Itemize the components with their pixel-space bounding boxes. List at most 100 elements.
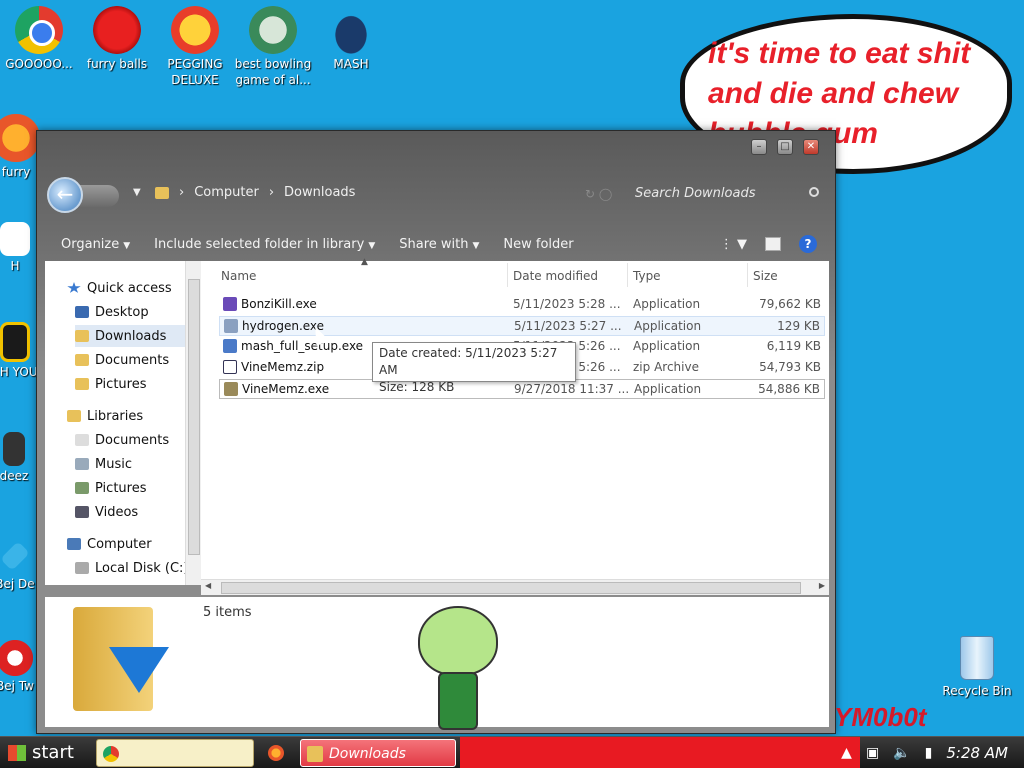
folder-icon xyxy=(155,186,169,199)
application-icon xyxy=(224,319,238,333)
taskbar-background-strip xyxy=(460,737,860,768)
desktop-icon-h[interactable]: H xyxy=(0,222,40,274)
desktop-icon-bejeweled[interactable]: Bej De xyxy=(0,538,40,592)
new-folder-button[interactable]: New folder xyxy=(503,237,573,252)
nav-label: Desktop xyxy=(95,304,149,320)
breadcrumb-separator-icon: › xyxy=(268,185,275,200)
file-row[interactable]: BonziKill.exe 5/11/2023 5:28 ... Applica… xyxy=(219,295,825,315)
file-name: mash_full_setup.exe xyxy=(241,339,364,353)
scroll-right-icon[interactable]: ▶ xyxy=(819,581,825,590)
taskbar: start Downloads ▲ ▣ 🔈 ▮ 5:28 AM xyxy=(0,736,1024,768)
bonzi-app-icon xyxy=(223,297,237,311)
bejeweled-twist-icon xyxy=(0,640,33,676)
mash-icon xyxy=(327,6,375,54)
file-name: VineMemz.zip xyxy=(241,360,325,374)
desktop-icon-label: H xyxy=(10,259,20,273)
vinememz-app-icon xyxy=(224,382,238,396)
file-tooltip: Date created: 5/11/2023 5:27 AM Size: 12… xyxy=(372,342,576,394)
computer-icon xyxy=(67,538,81,550)
preview-pane-icon[interactable] xyxy=(765,237,781,251)
help-icon[interactable]: ? xyxy=(799,235,817,253)
include-in-library-button[interactable]: Include selected folder in library ▼ xyxy=(154,237,375,252)
nav-label: Downloads xyxy=(95,328,167,344)
desktop-icon-deez[interactable]: deez xyxy=(0,432,34,484)
column-header-name[interactable]: Name xyxy=(221,269,256,283)
file-type: Application xyxy=(633,297,701,311)
chrome-icon xyxy=(15,6,63,54)
clock[interactable]: 5:28 AM xyxy=(946,744,1008,762)
start-button[interactable]: start xyxy=(0,737,92,768)
scroll-left-icon[interactable]: ◀ xyxy=(205,581,211,590)
desktop-icon-chrome[interactable]: GOOOOO... xyxy=(0,6,78,72)
file-type: Application xyxy=(634,319,702,333)
desktop-icon-label: MASH xyxy=(333,57,369,71)
search-icon[interactable] xyxy=(809,187,819,197)
file-size: 129 KB xyxy=(777,319,820,333)
refresh-icon[interactable]: ↻ ◯ xyxy=(585,187,612,201)
include-label: Include selected folder in library xyxy=(154,236,365,252)
file-name: BonziKill.exe xyxy=(241,297,317,311)
desktop-icon-recycle-bin[interactable]: Recycle Bin xyxy=(940,636,1014,698)
search-input[interactable]: Search Downloads xyxy=(629,183,825,207)
furry-balls-icon xyxy=(93,6,141,54)
peggle-icon xyxy=(171,6,219,54)
nav-pane-scrollbar[interactable] xyxy=(185,261,201,585)
videos-library-icon xyxy=(75,506,89,518)
share-with-button[interactable]: Share with ▼ xyxy=(399,237,479,252)
volume-icon[interactable]: 🔈 xyxy=(893,745,910,761)
column-header-size[interactable]: Size xyxy=(753,269,778,283)
system-tray: ▲ ▣ 🔈 ▮ 5:28 AM xyxy=(841,737,1008,768)
show-hidden-icons-icon[interactable]: ▲ xyxy=(841,745,852,761)
nav-label: Pictures xyxy=(95,376,147,392)
taskbar-firefox-button[interactable] xyxy=(262,739,294,767)
command-bar: Organize ▼ Include selected folder in lib… xyxy=(37,229,835,259)
back-arrow-icon: ← xyxy=(56,182,74,206)
documents-folder-icon xyxy=(75,354,89,366)
column-header-type[interactable]: Type xyxy=(633,269,661,283)
desktop-icon-label: deez xyxy=(0,469,29,483)
chevron-down-icon: ▼ xyxy=(472,240,480,251)
file-date: 5/11/2023 5:27 ... xyxy=(514,319,622,333)
column-separator[interactable] xyxy=(507,263,508,287)
column-separator[interactable] xyxy=(747,263,748,287)
view-controls: ⋮ ▼ ? xyxy=(720,235,817,253)
breadcrumb-computer[interactable]: Computer xyxy=(194,185,259,200)
breadcrumb-downloads[interactable]: Downloads xyxy=(284,185,355,200)
desktop-icon-furry-balls[interactable]: furry balls xyxy=(78,6,156,72)
window-controls: – □ ✕ xyxy=(751,139,819,155)
view-options-icon[interactable]: ⋮ ▼ xyxy=(720,237,747,252)
desktop-icon-mash[interactable]: MASH xyxy=(312,6,390,72)
file-type: zip Archive xyxy=(633,360,699,374)
chevron-down-icon: ▼ xyxy=(123,240,131,251)
power-icon[interactable]: ▮ xyxy=(925,745,933,761)
nav-label: Documents xyxy=(95,352,170,368)
address-row: ← ▼ › Computer › Downloads ↻ ◯ Search Do… xyxy=(45,175,829,215)
network-icon[interactable]: ▣ xyxy=(866,745,879,761)
back-button[interactable]: ← xyxy=(47,177,83,213)
scrollbar-thumb[interactable] xyxy=(221,582,801,594)
nav-label: Videos xyxy=(95,504,139,520)
file-size: 54,886 KB xyxy=(758,382,820,396)
close-button[interactable]: ✕ xyxy=(803,139,819,155)
desktop-icon-i-h-you[interactable]: I H YOU xyxy=(0,322,40,380)
star-icon xyxy=(67,282,81,293)
file-list: Name ▲ Date modified Type Size BonziKill… xyxy=(201,257,829,585)
minimize-button[interactable]: – xyxy=(751,139,767,155)
organize-button[interactable]: Organize ▼ xyxy=(61,237,130,252)
scrollbar-thumb[interactable] xyxy=(188,279,200,555)
maximize-button[interactable]: □ xyxy=(777,139,793,155)
column-separator[interactable] xyxy=(627,263,628,287)
desktop-icon-pegging-deluxe[interactable]: PEGGING DELUXE xyxy=(156,6,234,88)
column-header-date[interactable]: Date modified xyxy=(513,269,598,283)
tooltip-date-created: Date created: 5/11/2023 5:27 AM xyxy=(379,346,558,377)
tooltip-size: Size: 128 KB xyxy=(379,380,455,394)
share-label: Share with xyxy=(399,236,469,252)
taskbar-chrome-button[interactable] xyxy=(96,739,254,767)
desktop-icon-bejeweled-twist[interactable]: Bej Tw xyxy=(0,640,40,694)
file-list-horizontal-scrollbar[interactable]: ◀ ▶ xyxy=(201,579,829,595)
nav-downloads[interactable]: Downloads xyxy=(75,325,185,347)
taskbar-downloads-button[interactable]: Downloads xyxy=(300,739,456,767)
bejeweled-icon xyxy=(0,541,30,571)
recent-locations-dropdown[interactable]: ▼ xyxy=(133,187,141,198)
desktop-icon-bowling[interactable]: best bowling game of al... xyxy=(234,6,312,88)
